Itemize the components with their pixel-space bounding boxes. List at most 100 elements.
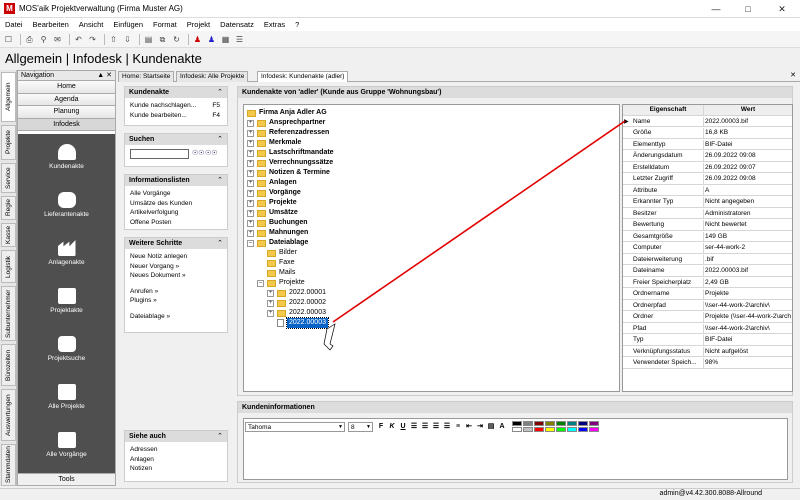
vtab-logistik[interactable]: Logistik <box>1 250 16 283</box>
tree-node[interactable]: + Ansprechpartner <box>247 118 325 128</box>
color-swatch[interactable] <box>556 427 566 432</box>
property-row[interactable]: Erstelldatum 26.09.2022 09:07 <box>623 162 792 173</box>
tree-node[interactable]: + Anlagen <box>247 178 297 188</box>
tree-node[interactable]: + Verrechnungssätze <box>247 158 333 168</box>
tab-kundenakte-adler[interactable]: Infodesk: Kundenakte (adler) <box>257 71 349 82</box>
expand-icon[interactable]: + <box>247 159 254 167</box>
tree-root[interactable]: Firma Anja Adler AG <box>247 108 327 118</box>
link-kunde-nachschlagen[interactable]: Kunde nachschlagen... F5 <box>125 101 227 111</box>
expand-icon[interactable]: + <box>247 179 254 187</box>
menu-bearbeiten[interactable]: Bearbeiten <box>28 18 74 31</box>
collapse-icon[interactable]: ⌃ <box>217 175 223 186</box>
tree-node[interactable]: Bilder <box>267 248 297 258</box>
rich-text-editor[interactable]: Tahoma ▼ 8 ▼ F K U ☰ ☰ ☰ ☰ ≡ ⇤ ⇥ ▤ A <box>243 418 788 480</box>
property-row[interactable]: Ordner Projekte (\\ser-44-work-2\archiv\ <box>623 312 792 323</box>
menu-extras[interactable]: Extras <box>259 18 290 31</box>
link-alle-vorgaenge[interactable]: Alle Vorgänge <box>125 189 227 199</box>
property-row[interactable]: Typ BIF-Datei <box>623 335 792 346</box>
menu-ansicht[interactable]: Ansicht <box>74 18 109 31</box>
align-center-icon[interactable]: ☰ <box>420 422 430 432</box>
close-button[interactable]: ✕ <box>770 0 794 18</box>
tree-node[interactable]: + Vorgänge <box>247 188 301 198</box>
vtab-kasse[interactable]: Kasse <box>1 223 16 247</box>
copy-icon[interactable]: ⧉ <box>157 34 168 45</box>
bold-icon[interactable]: F <box>376 422 386 432</box>
tree-node[interactable]: – Dateiablage <box>247 238 308 248</box>
align-right-icon[interactable]: ☰ <box>431 422 441 432</box>
redo-icon[interactable]: ↷ <box>87 34 98 45</box>
link-offene-posten[interactable]: Offene Posten <box>125 218 227 228</box>
property-row[interactable]: Ordnerpfad \\ser-44-work-2\archiv\ <box>623 300 792 311</box>
nav-item-alle-vorgaenge[interactable]: Alle Vorgänge <box>18 432 115 458</box>
vtab-subunternehmer[interactable]: Subunternehmer <box>1 286 16 341</box>
color-swatch[interactable] <box>567 427 577 432</box>
vtab-auswertungen[interactable]: Auswertungen <box>1 389 16 441</box>
box-header[interactable]: Informationslisten ⌃ <box>125 175 227 186</box>
collapse-icon[interactable]: ⌃ <box>217 431 223 442</box>
color-swatch[interactable] <box>523 427 533 432</box>
expand-icon[interactable]: + <box>247 129 254 137</box>
color-swatch[interactable] <box>512 427 522 432</box>
nav-button-planung[interactable]: Planung <box>18 106 115 119</box>
collapse-icon[interactable]: ⌃ <box>217 87 223 98</box>
expand-icon[interactable]: + <box>247 199 254 207</box>
nav-button-agenda[interactable]: Agenda <box>18 93 115 106</box>
tree-node[interactable]: +2022.00003 <box>267 308 326 318</box>
vtab-regie[interactable]: Regie <box>1 196 16 220</box>
document-icon[interactable]: ▤ <box>143 34 154 45</box>
property-row[interactable]: Verwendeter Speich... 98% <box>623 358 792 369</box>
property-row[interactable]: Elementtyp BIF-Datei <box>623 139 792 150</box>
nav-button-infodesk[interactable]: Infodesk <box>18 118 115 131</box>
font-color-icon[interactable]: A <box>497 422 507 432</box>
expand-icon[interactable]: + <box>267 299 274 307</box>
tree-node[interactable]: +2022.00002 <box>267 298 326 308</box>
tools-button[interactable]: Tools <box>18 473 115 485</box>
link-artikelverfolgung[interactable]: Artikelverfolgung <box>125 208 227 218</box>
color-swatch[interactable] <box>534 427 544 432</box>
link-anrufen[interactable]: Anrufen » <box>125 287 227 297</box>
property-row[interactable]: Ordnername Projekte <box>623 289 792 300</box>
tree-node[interactable]: + Notizen & Termine <box>247 168 330 178</box>
bullet-list-icon[interactable]: ≡ <box>453 422 463 432</box>
indent-icon[interactable]: ⇥ <box>475 422 485 432</box>
link-plugins[interactable]: Plugins » <box>125 296 227 306</box>
box-header[interactable]: Suchen ⌃ <box>125 134 227 145</box>
align-left-icon[interactable]: ☰ <box>409 422 419 432</box>
vtab-buerozeiten[interactable]: Bürozeiten <box>1 344 16 386</box>
property-row[interactable]: Gesamtgröße 149 GB <box>623 231 792 242</box>
property-row[interactable]: Freier Speicherplatz 2,49 GB <box>623 277 792 288</box>
link-umsaetze[interactable]: Umsätze des Kunden <box>125 199 227 209</box>
property-row[interactable]: Letzter Zugriff 26.09.2022 09:08 <box>623 174 792 185</box>
arrow-down-icon[interactable]: ⇩ <box>122 34 133 45</box>
print-icon[interactable]: ⎙ <box>24 34 35 45</box>
menu-projekt[interactable]: Projekt <box>182 18 215 31</box>
box-header[interactable]: Weitere Schritte ⌃ <box>125 238 227 249</box>
tree-node[interactable]: + Lastschriftmandate <box>247 148 334 158</box>
expand-icon[interactable]: + <box>247 219 254 227</box>
property-row[interactable]: Dateierweiterung .bif <box>623 254 792 265</box>
expand-icon[interactable]: + <box>247 119 254 127</box>
vtab-stammdaten[interactable]: Stammdaten <box>1 444 16 486</box>
box-header[interactable]: Siehe auch ⌃ <box>125 431 227 442</box>
nav-item-projektakte[interactable]: Projektakte <box>18 288 115 314</box>
vtab-allgemein[interactable]: Allgemein <box>1 72 16 122</box>
refresh-icon[interactable]: ↻ <box>171 34 182 45</box>
link-neues-dokument[interactable]: Neues Dokument » <box>125 271 227 281</box>
color-swatch[interactable] <box>523 421 533 426</box>
tree-file-selected[interactable]: 2022.00003 <box>277 317 329 329</box>
nav-button-home[interactable]: Home <box>18 81 115 94</box>
property-row[interactable]: Pfad \\ser-44-work-2\archiv\ <box>623 323 792 334</box>
color-palette[interactable] <box>512 421 599 432</box>
collapse-icon[interactable]: ⌃ <box>217 238 223 249</box>
tree-node[interactable]: + Referenzadressen <box>247 128 329 138</box>
user-blue-icon[interactable]: ♟ <box>206 34 217 45</box>
expand-icon[interactable]: + <box>247 169 254 177</box>
property-row[interactable]: ▶ Name 2022.00003.bif <box>623 116 792 127</box>
link-notizen[interactable]: Notizen <box>125 464 227 474</box>
box-header[interactable]: Kundenakte ⌃ <box>125 87 227 98</box>
italic-icon[interactable]: K <box>387 422 397 432</box>
property-row[interactable]: Erkannter Typ Nicht angegeben <box>623 197 792 208</box>
list-icon[interactable]: ☰ <box>234 34 245 45</box>
expand-icon[interactable]: + <box>247 189 254 197</box>
menu-einfuegen[interactable]: Einfügen <box>108 18 148 31</box>
